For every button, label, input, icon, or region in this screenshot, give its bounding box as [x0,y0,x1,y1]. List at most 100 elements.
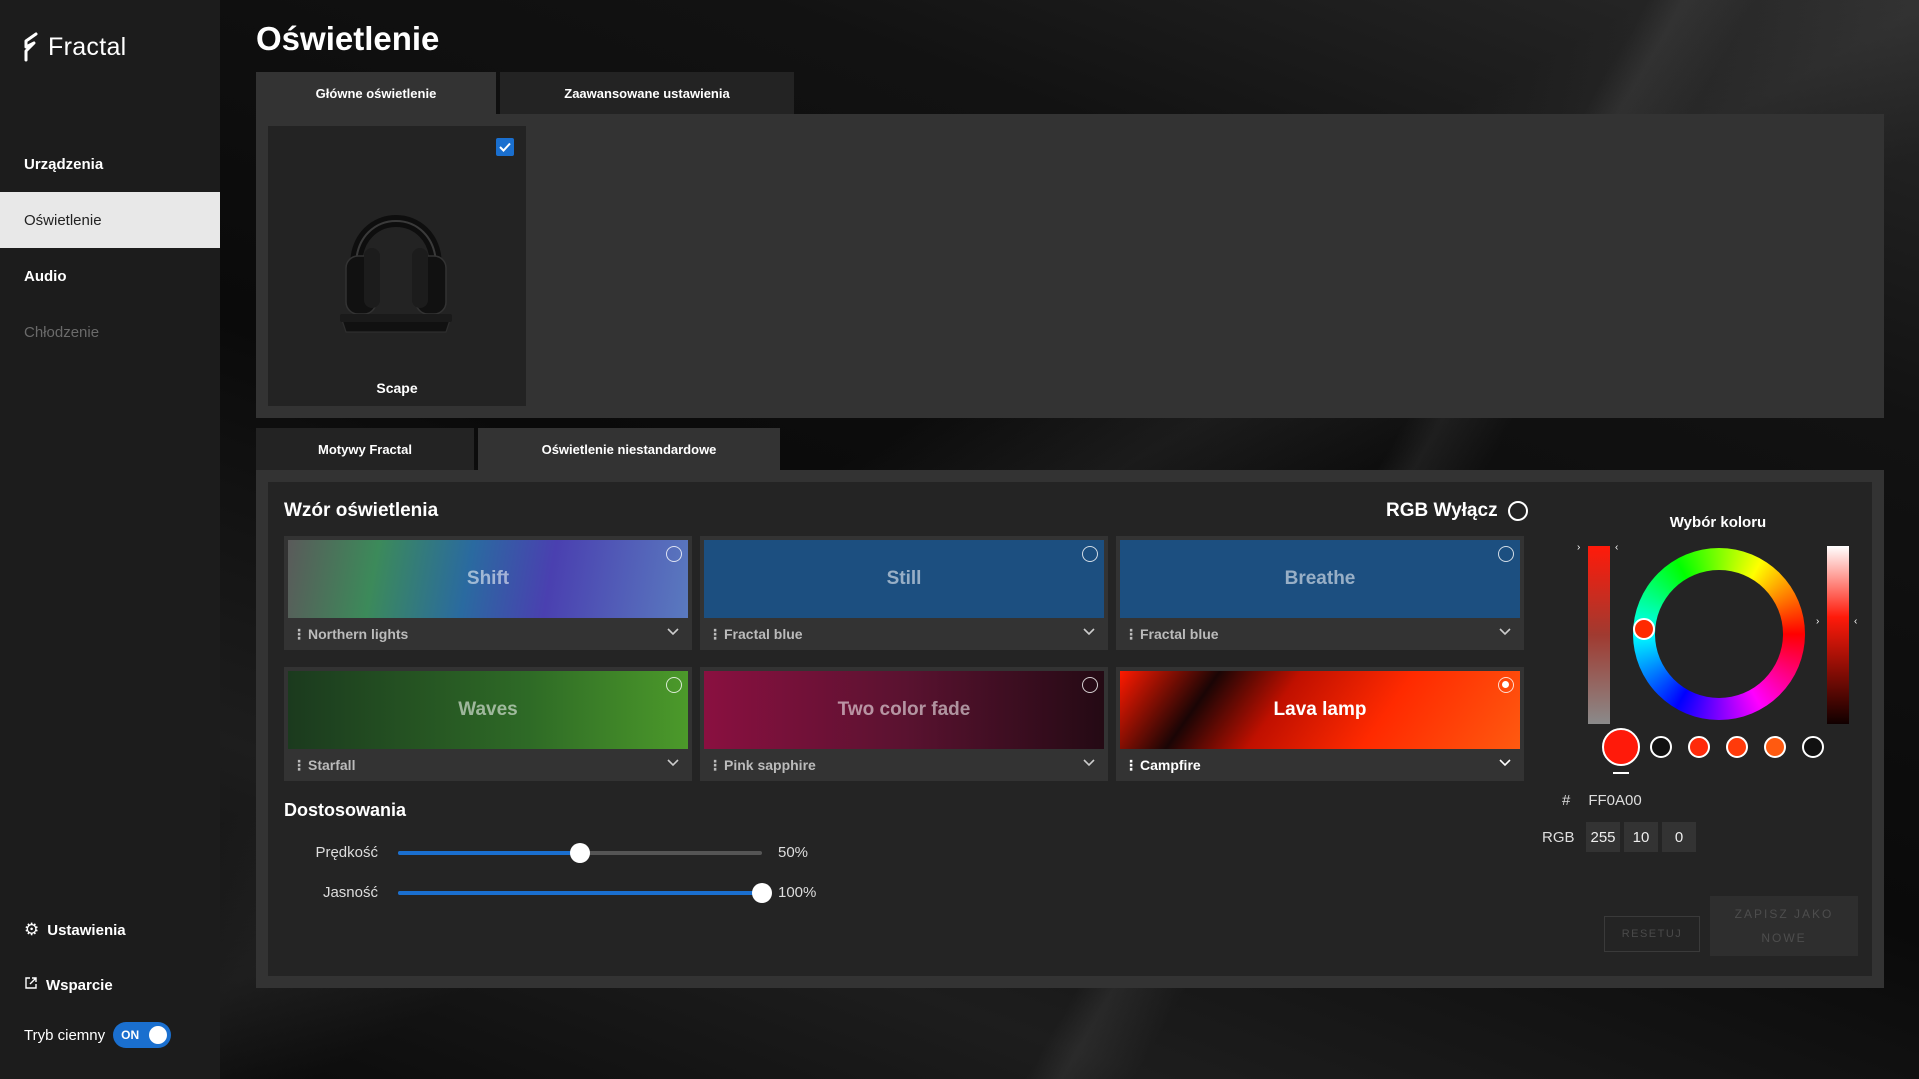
pattern-card-still[interactable]: Still ⋮ Fractal blue [700,536,1108,650]
pattern-swatch[interactable]: Lava lamp [1120,671,1520,749]
sidebar-nav: Urządzenia Oświetlenie Audio Chłodzenie [0,136,220,360]
headset-icon [338,186,454,341]
color-picker-title: Wybór koloru [1669,514,1767,531]
checkbox-checked[interactable] [496,138,514,156]
radio-icon [1507,501,1528,521]
pattern-card-waves[interactable]: Waves ⋮ Starfall [284,667,692,781]
color-preset[interactable] [1802,736,1824,758]
device-card[interactable]: Scape [268,126,526,406]
tab-label: Zaawansowane ustawienia [564,85,730,101]
pattern-swatch[interactable]: Two color fade [704,671,1104,749]
radio-icon[interactable] [666,546,682,562]
support-link[interactable]: Wsparcie [24,976,113,994]
tab-fractal-themes[interactable]: Motywy Fractal [256,428,474,470]
slider-handle[interactable] [570,842,590,863]
brand-name: Fractal [48,32,127,61]
top-tabs: Główne oświetlenie Zaawansowane ustawien… [256,72,794,114]
speed-label: Prędkość [315,844,378,861]
radio-icon[interactable] [666,677,682,693]
drag-handle-icon: ⋮ [292,756,306,773]
radio-icon[interactable] [1082,546,1098,562]
pattern-name: Two color fade [837,699,971,720]
custom-lighting-inner: Wzór oświetlenia RGB Wyłącz Shift ⋮ Nort… [268,482,1872,976]
dark-mode-toggle[interactable]: ON [113,1022,172,1048]
brightness-bar[interactable] [1827,546,1849,724]
settings-link[interactable]: ⚙ Ustawienia [24,920,126,940]
speed-slider[interactable] [398,842,762,863]
color-preset[interactable] [1764,736,1786,758]
red-input[interactable]: 255 [1586,822,1620,852]
pattern-card-two-color-fade[interactable]: Two color fade ⋮ Pink sapphire [700,667,1108,781]
pattern-name: Waves [458,699,518,720]
pattern-preset: Northern lights [308,626,409,642]
radio-selected-icon[interactable] [1498,677,1514,693]
pattern-swatch[interactable]: Shift [288,540,688,618]
pattern-name: Breathe [1284,568,1356,589]
pattern-section-title: Wzór oświetlenia [284,500,439,521]
sidebar-item-label: Urządzenia [24,155,104,173]
save-as-new-button[interactable]: ZAPISZ JAKO NOWE [1710,896,1858,956]
pattern-preset-dropdown[interactable]: ⋮ Northern lights [292,622,684,646]
bar-marker-icon: › [1577,542,1581,553]
color-preset-selected[interactable] [1602,728,1640,766]
pattern-name: Still [886,568,922,589]
drag-handle-icon: ⋮ [292,625,306,642]
slider-fill [398,850,580,855]
tab-advanced-settings[interactable]: Zaawansowane ustawienia [500,72,794,114]
tab-custom-lighting[interactable]: Oświetlenie niestandardowe [478,428,780,470]
rgb-off-label: RGB Wyłącz [1386,500,1498,521]
fractal-logo-icon [22,32,40,62]
pattern-preset-dropdown[interactable]: ⋮ Fractal blue [1124,622,1516,646]
pattern-card-shift[interactable]: Shift ⋮ Northern lights [284,536,692,650]
reset-button[interactable]: RESETUJ [1604,916,1700,952]
tab-label: Główne oświetlenie [315,85,437,101]
saturation-bar[interactable] [1588,546,1610,724]
pattern-swatch[interactable]: Breathe [1120,540,1520,618]
sidebar-item-label: Audio [24,267,67,285]
slider-fill [398,890,762,895]
pattern-card-breathe[interactable]: Breathe ⋮ Fractal blue [1116,536,1524,650]
sidebar-item-label: Chłodzenie [24,323,100,341]
radio-icon[interactable] [1082,677,1098,693]
chevron-down-icon [666,755,680,772]
color-wheel[interactable] [1633,548,1805,720]
sidebar-item-devices[interactable]: Urządzenia [0,136,220,192]
tab-main-lighting[interactable]: Główne oświetlenie [256,72,496,114]
selected-underline [1613,772,1629,774]
sidebar-item-cooling[interactable]: Chłodzenie [0,304,220,360]
device-name: Scape [376,380,418,396]
pattern-swatch[interactable]: Waves [288,671,688,749]
brightness-slider[interactable] [398,882,772,903]
color-preset[interactable] [1688,736,1710,758]
bar-marker-icon: ‹ [1615,542,1619,553]
hex-input[interactable]: FF0A00 [1588,792,1641,809]
green-input[interactable]: 10 [1624,822,1658,852]
pattern-preset-dropdown[interactable]: ⋮ Pink sapphire [708,753,1100,777]
pattern-swatch[interactable]: Still [704,540,1104,618]
rgb-row: RGB 255 10 0 [1542,822,1696,852]
pattern-preset-dropdown[interactable]: ⋮ Fractal blue [708,622,1100,646]
rgb-off-option[interactable]: RGB Wyłącz [1386,500,1528,522]
toggle-knob [149,1026,168,1044]
sidebar-item-audio[interactable]: Audio [0,248,220,304]
color-wheel-center [1655,570,1783,698]
color-preset[interactable] [1650,736,1672,758]
pattern-card-lava-lamp[interactable]: Lava lamp ⋮ Campfire [1116,667,1524,781]
customization-title: Dostosowania [284,800,407,820]
external-link-icon [24,976,38,994]
radio-icon[interactable] [1498,546,1514,562]
tab-label: Oświetlenie niestandardowe [541,441,717,457]
blue-input[interactable]: 0 [1662,822,1696,852]
chevron-down-icon [1498,755,1512,772]
pattern-preset: Fractal blue [724,626,803,642]
pattern-preset: Fractal blue [1140,626,1219,642]
logo: Fractal [22,32,127,62]
color-wheel-handle[interactable] [1633,618,1655,640]
slider-handle[interactable] [752,882,772,903]
speed-slider-row: Prędkość 50% [268,842,808,863]
pattern-preset-dropdown[interactable]: ⋮ Starfall [292,753,684,777]
color-preset[interactable] [1726,736,1748,758]
pattern-preset-dropdown[interactable]: ⋮ Campfire [1124,753,1516,777]
rgb-label: RGB [1542,828,1575,846]
sidebar-item-lighting[interactable]: Oświetlenie [0,192,220,248]
